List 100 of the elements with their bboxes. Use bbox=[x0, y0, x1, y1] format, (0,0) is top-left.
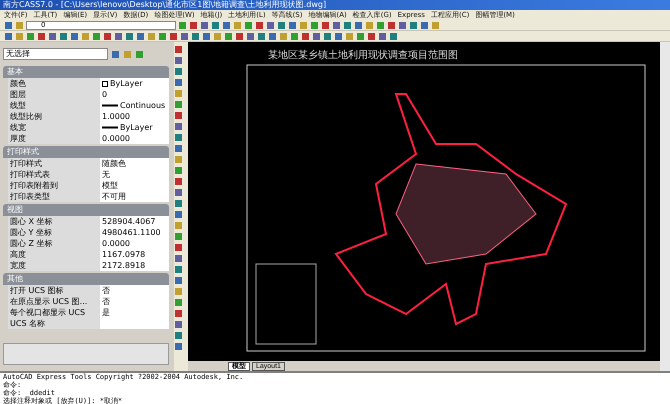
toolbar-icon[interactable] bbox=[180, 32, 189, 40]
property-value[interactable]: 是 bbox=[100, 307, 169, 318]
toolbar-icon[interactable] bbox=[321, 20, 330, 30]
toolbar-icon[interactable] bbox=[37, 32, 46, 40]
toolbar-icon[interactable] bbox=[345, 32, 354, 40]
toolbar-icon[interactable] bbox=[174, 133, 183, 142]
toolbar-icon[interactable] bbox=[202, 32, 211, 40]
toolbar-icon[interactable] bbox=[174, 56, 183, 65]
toolbar-icon[interactable] bbox=[174, 287, 183, 296]
toolbar-icon[interactable] bbox=[174, 276, 183, 285]
toolbar-icon[interactable] bbox=[312, 32, 321, 40]
toolbar-icon[interactable] bbox=[174, 177, 183, 186]
toolbar-icon[interactable] bbox=[266, 20, 275, 30]
property-value[interactable]: 不可用 bbox=[100, 191, 169, 202]
toolbar-icon[interactable] bbox=[174, 67, 183, 76]
toolbar-icon[interactable] bbox=[222, 20, 231, 30]
toolbar-icon[interactable] bbox=[389, 32, 398, 40]
toolbar-icon[interactable] bbox=[111, 50, 120, 58]
toolbar-icon[interactable] bbox=[26, 32, 35, 40]
toolbar-icon[interactable] bbox=[431, 20, 440, 30]
toolbar-icon[interactable] bbox=[174, 232, 183, 241]
toolbar-icon[interactable] bbox=[246, 32, 255, 40]
property-value[interactable]: 1167.0978 bbox=[100, 249, 169, 260]
toolbar-icon[interactable] bbox=[257, 32, 266, 40]
toolbar-icon[interactable] bbox=[376, 20, 385, 30]
property-value[interactable]: ByLayer bbox=[100, 78, 169, 89]
toolbar-icon[interactable] bbox=[420, 20, 429, 30]
toolbar-icon[interactable] bbox=[174, 89, 183, 98]
toolbar-icon[interactable] bbox=[70, 32, 79, 40]
toolbar-icon[interactable] bbox=[174, 199, 183, 208]
toolbar-icon[interactable] bbox=[301, 32, 310, 40]
toolbar-icon[interactable] bbox=[279, 32, 288, 40]
toolbar-icon[interactable] bbox=[169, 32, 178, 40]
toolbar-icon[interactable] bbox=[174, 342, 183, 351]
toolbar-icon[interactable] bbox=[174, 188, 183, 197]
toolbar-icon[interactable] bbox=[158, 32, 167, 40]
toolbar-icon[interactable] bbox=[174, 155, 183, 164]
property-value[interactable]: 0.0000 bbox=[100, 238, 169, 249]
toolbar-icon[interactable] bbox=[59, 32, 68, 40]
toolbar-icon[interactable] bbox=[365, 20, 374, 30]
property-value[interactable]: 0.0000 bbox=[100, 133, 169, 144]
toolbar-icon[interactable] bbox=[174, 166, 183, 175]
toolbar-icon[interactable] bbox=[378, 32, 387, 40]
toolbar-icon[interactable] bbox=[174, 243, 183, 252]
toolbar-icon[interactable] bbox=[174, 254, 183, 263]
property-value[interactable]: 模型 bbox=[100, 180, 169, 191]
property-value[interactable]: ByLayer bbox=[100, 122, 169, 133]
toolbar-icon[interactable] bbox=[323, 32, 332, 40]
property-value[interactable]: 无 bbox=[100, 169, 169, 180]
toolbar-icon[interactable] bbox=[299, 20, 308, 30]
toolbar-icon[interactable] bbox=[213, 32, 222, 40]
toolbar-icon[interactable] bbox=[244, 20, 253, 30]
toolbar-icon[interactable] bbox=[224, 32, 233, 40]
toolbar-icon[interactable] bbox=[125, 32, 134, 40]
property-value[interactable]: Continuous bbox=[100, 100, 169, 111]
toolbar-icon[interactable] bbox=[310, 20, 319, 30]
toolbar-icon[interactable] bbox=[174, 298, 183, 307]
toolbar-icon[interactable] bbox=[15, 20, 24, 30]
toolbar-icon[interactable] bbox=[174, 320, 183, 329]
toolbar-icon[interactable] bbox=[174, 221, 183, 230]
toolbar-icon[interactable] bbox=[367, 32, 376, 40]
toolbar-icon[interactable] bbox=[290, 32, 299, 40]
toolbar-icon[interactable] bbox=[277, 20, 286, 30]
scroll-bar[interactable] bbox=[660, 42, 670, 371]
toolbar-icon[interactable] bbox=[288, 20, 297, 30]
toolbar-icon[interactable] bbox=[174, 122, 183, 131]
toolbar-icon[interactable] bbox=[343, 20, 352, 30]
toolbar-icon[interactable] bbox=[15, 32, 24, 40]
toolbar-icon[interactable] bbox=[92, 32, 101, 40]
toolbar-icon[interactable] bbox=[387, 20, 396, 30]
toolbar-icon[interactable] bbox=[174, 78, 183, 87]
toolbar-icon[interactable] bbox=[233, 20, 242, 30]
toolbar-icon[interactable] bbox=[147, 32, 156, 40]
toolbar-icon[interactable] bbox=[174, 45, 183, 54]
toolbar-icon[interactable] bbox=[332, 20, 341, 30]
selection-dropdown[interactable]: 无选择 bbox=[3, 48, 108, 60]
toolbar-icon[interactable] bbox=[174, 309, 183, 318]
toolbar-icon[interactable] bbox=[235, 32, 244, 40]
toolbar-icon[interactable] bbox=[135, 50, 144, 58]
toolbar-icon[interactable] bbox=[189, 20, 198, 30]
toolbar-icon[interactable] bbox=[268, 32, 277, 40]
toolbar-icon[interactable] bbox=[356, 32, 365, 40]
toolbar-icon[interactable] bbox=[174, 265, 183, 274]
property-value[interactable]: 2172.8918 bbox=[100, 260, 169, 271]
toolbar-icon[interactable] bbox=[174, 331, 183, 340]
property-value[interactable]: 0 bbox=[100, 89, 169, 100]
property-value[interactable]: 否 bbox=[100, 285, 169, 296]
property-value[interactable]: 随颜色 bbox=[100, 158, 169, 169]
toolbar-icon[interactable] bbox=[114, 32, 123, 40]
toolbar-icon[interactable] bbox=[174, 111, 183, 120]
toolbar-icon[interactable] bbox=[191, 32, 200, 40]
toolbar-icon[interactable] bbox=[81, 32, 90, 40]
property-value[interactable]: 1.0000 bbox=[100, 111, 169, 122]
toolbar-icon[interactable] bbox=[174, 144, 183, 153]
toolbar-icon[interactable] bbox=[200, 20, 209, 30]
toolbar-icon[interactable] bbox=[4, 20, 13, 30]
toolbar-icon[interactable] bbox=[398, 20, 407, 30]
toolbar-icon[interactable] bbox=[255, 20, 264, 30]
toolbar-icon[interactable] bbox=[174, 100, 183, 109]
toolbar-icon[interactable] bbox=[4, 32, 13, 40]
